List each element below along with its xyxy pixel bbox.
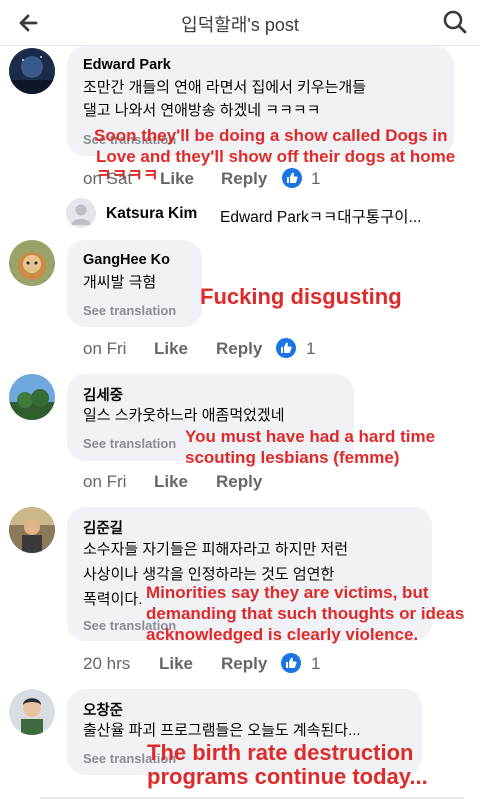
comment-text-line: 개씨발 극혐 <box>83 274 157 291</box>
comment-author[interactable]: 김준길 <box>83 517 123 538</box>
translation-overlay-line: Love and they'll show off their dogs at … <box>96 147 456 166</box>
reply-button[interactable]: Reply <box>216 472 262 492</box>
avatar[interactable] <box>9 240 55 286</box>
translation-overlay-line: The birth rate destruction <box>147 740 414 765</box>
translation-overlay-line: Soon they'll be doing a show called Dogs… <box>94 126 448 145</box>
see-translation-link[interactable]: See translation <box>83 436 176 451</box>
top-bar: 입덕할래's post <box>0 0 480 46</box>
avatar[interactable] <box>9 374 55 420</box>
comment-author[interactable]: Edward Park <box>83 57 171 73</box>
reply-preview-text[interactable]: Edward Parkㅋㅋ대구통구이... <box>220 205 421 227</box>
reply-button[interactable]: Reply <box>221 169 267 189</box>
thumbs-up-icon <box>281 653 301 673</box>
comment-text-line: 조만간 개들의 연애 라면서 집에서 키우는개들 <box>83 79 367 96</box>
comment-timestamp[interactable]: on Sat <box>83 169 132 189</box>
comment-author[interactable]: 김세중 <box>83 384 123 405</box>
comment-text-line: 소수자들 자기들은 피해자라고 하지만 저런 <box>83 541 349 558</box>
avatar[interactable] <box>9 689 55 735</box>
translation-overlay-line: scouting lesbians (femme) <box>185 448 400 467</box>
thumbs-up-icon <box>276 338 296 358</box>
like-count: 1 <box>306 339 316 358</box>
page-title: 입덕할래's post <box>181 15 299 35</box>
next-comment-edge <box>40 797 464 799</box>
translation-overlay-line: programs continue today... <box>147 764 428 789</box>
comment-author[interactable]: GangHee Ko <box>83 252 170 268</box>
avatar[interactable] <box>66 198 96 228</box>
comment-timestamp[interactable]: 20 hrs <box>83 654 130 674</box>
comment-text-line: 일스 스카웃하느라 애좀먹었겠네 <box>83 407 285 424</box>
like-button[interactable]: Like <box>154 472 188 492</box>
reply-author[interactable]: Katsura Kim <box>106 205 197 223</box>
comment-text-line: 출산율 파괴 프로그램들은 오늘도 계속된다... <box>83 722 361 739</box>
comment-text-line: 댈고 나와서 연애방송 하겠네 ㅋㅋㅋㅋ <box>83 102 321 119</box>
thumbs-up-icon <box>282 168 302 188</box>
translation-overlay-line: acknowledged is clearly violence. <box>146 625 419 644</box>
like-button[interactable]: Like <box>159 654 193 674</box>
like-count: 1 <box>311 169 321 188</box>
see-translation-link[interactable]: See translation <box>83 303 176 318</box>
translation-overlay-line: demanding that such thoughts or ideas <box>146 604 465 623</box>
reply-button[interactable]: Reply <box>216 339 262 359</box>
avatar[interactable] <box>9 48 55 94</box>
reply-button[interactable]: Reply <box>221 654 267 674</box>
translation-overlay-line: Minorities say they are victims, but <box>146 583 429 602</box>
comment-timestamp[interactable]: on Fri <box>83 339 126 359</box>
search-icon[interactable] <box>440 7 470 37</box>
comment-timestamp[interactable]: on Fri <box>83 472 126 492</box>
translation-overlay-line: You must have had a hard time <box>185 427 436 446</box>
translation-overlay-line: Fucking disgusting <box>200 284 402 309</box>
like-button[interactable]: Like <box>160 169 194 189</box>
comment-text-line: 폭력이다. <box>83 591 143 608</box>
avatar[interactable] <box>9 507 55 553</box>
comment-author[interactable]: 오창준 <box>83 699 123 720</box>
like-count: 1 <box>311 654 321 673</box>
like-button[interactable]: Like <box>154 339 188 359</box>
